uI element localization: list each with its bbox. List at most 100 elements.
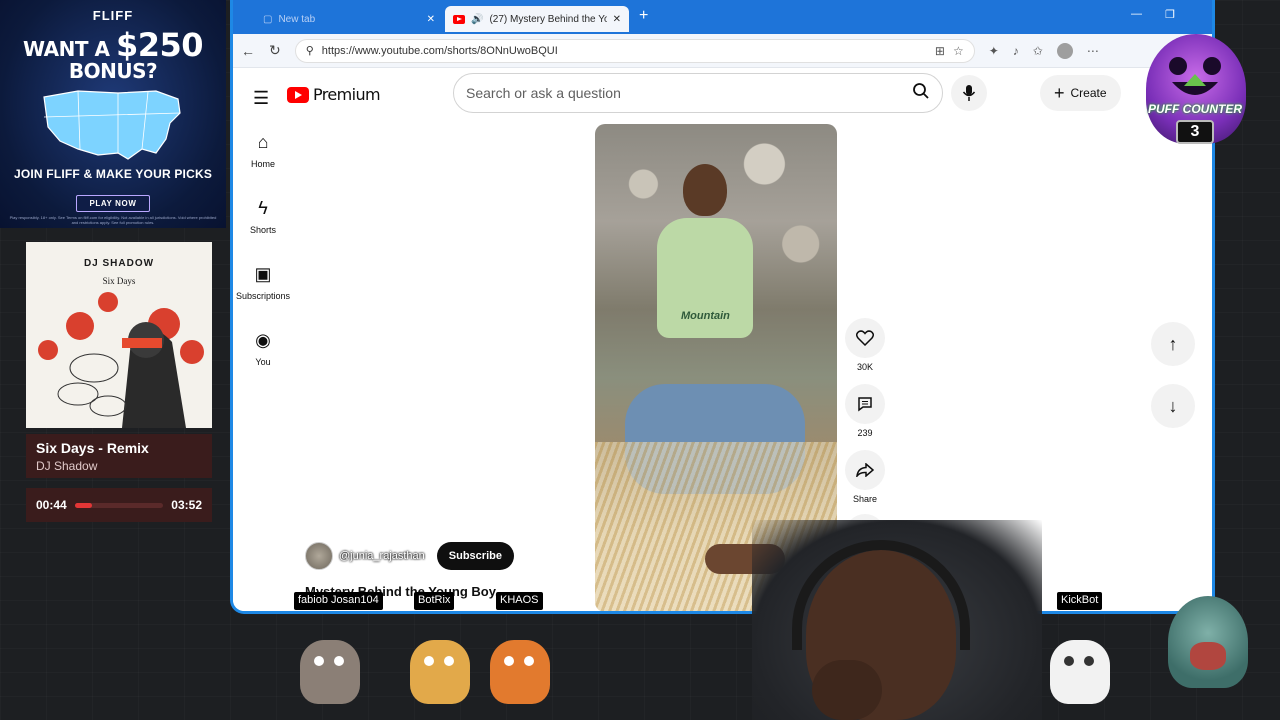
address-bar: ← ↻ ⚲ https://www.youtube.com/shorts/8ON… bbox=[233, 34, 1212, 68]
music-icon[interactable]: ♪ bbox=[1013, 44, 1019, 58]
cat-mascot-icon bbox=[410, 640, 470, 704]
favorites-icon[interactable]: ✩ bbox=[1033, 44, 1043, 58]
like-button[interactable] bbox=[845, 318, 885, 358]
search-icon[interactable] bbox=[912, 82, 930, 105]
like-action: 30K bbox=[845, 318, 885, 372]
site-info-icon[interactable]: ⚲ bbox=[306, 44, 314, 57]
url-text: https://www.youtube.com/shorts/8ONnUwoBQ… bbox=[321, 44, 558, 57]
comment-count: 239 bbox=[857, 428, 873, 438]
ad-headline-post: BONUS? bbox=[68, 59, 158, 83]
streamer-hand bbox=[812, 660, 882, 720]
app-grid-icon[interactable]: ⊞ bbox=[935, 44, 945, 58]
favorite-star-icon[interactable]: ☆ bbox=[953, 44, 964, 58]
tab-label: New tab bbox=[278, 13, 316, 25]
youtube-logo[interactable]: Premium bbox=[287, 85, 381, 104]
track-artist: DJ Shadow bbox=[36, 459, 98, 473]
channel-avatar[interactable] bbox=[305, 542, 333, 570]
nav-item-home[interactable]: ⌂ Home bbox=[233, 132, 293, 169]
url-field[interactable]: ⚲ https://www.youtube.com/shorts/8ONnUwo… bbox=[294, 38, 975, 63]
create-label: Create bbox=[1070, 86, 1107, 100]
tab-label: (27) Mystery Behind the Young bbox=[489, 13, 606, 25]
ad-fineprint: Play responsibly. 18+ only. See Terms on… bbox=[9, 215, 217, 226]
close-icon[interactable]: ✕ bbox=[613, 14, 621, 25]
progress-bar-fill bbox=[74, 502, 92, 508]
next-short-button[interactable]: ↓ bbox=[1151, 384, 1195, 428]
nav-label: Subscriptions bbox=[235, 291, 291, 301]
streamer-webcam bbox=[752, 520, 1042, 720]
new-tab-icon: ▢ bbox=[263, 13, 273, 25]
previous-short-button[interactable]: ↑ bbox=[1151, 322, 1195, 366]
ad-tagline: JOIN FLIFF & MAKE YOUR PICKS bbox=[13, 167, 213, 181]
raccoon-mascot-icon bbox=[300, 640, 360, 704]
share-action: Share bbox=[845, 450, 885, 504]
channel-info: @junia_rajasthan Subscribe bbox=[305, 542, 514, 570]
subscriptions-icon: ▣ bbox=[254, 264, 272, 284]
ad-headline: WANT A $250 BONUS? bbox=[0, 29, 226, 81]
reload-icon[interactable]: ↻ bbox=[269, 42, 281, 59]
orange-cat-mascot-icon bbox=[490, 640, 550, 704]
duration-time: 03:52 bbox=[171, 498, 202, 512]
close-icon[interactable]: ✕ bbox=[427, 14, 435, 25]
nav-item-shorts[interactable]: ϟ Shorts bbox=[233, 198, 293, 235]
track-title: Six Days - Remix bbox=[36, 440, 149, 456]
create-button[interactable]: + Create bbox=[1040, 75, 1121, 111]
shorts-icon: ϟ bbox=[258, 198, 268, 218]
video-boy-head bbox=[683, 164, 727, 216]
microphone-icon bbox=[962, 85, 976, 101]
tab-youtube-short[interactable]: 🔊 (27) Mystery Behind the Young ✕ bbox=[445, 6, 629, 32]
home-icon: ⌂ bbox=[257, 132, 269, 152]
green-monster-mascot-icon bbox=[1168, 596, 1248, 688]
heart-icon bbox=[856, 330, 874, 346]
chatter-tag: fabiob Josan104 bbox=[294, 592, 383, 610]
comments-button[interactable] bbox=[845, 384, 885, 424]
puff-counter-label: PUFF COUNTER bbox=[1148, 102, 1242, 116]
youtube-play-icon bbox=[287, 86, 309, 103]
share-arrow-icon bbox=[856, 463, 874, 477]
ad-headline-pre: WANT A bbox=[23, 37, 110, 61]
white-cat-mascot-icon bbox=[1050, 640, 1110, 704]
shirt-text: Mountain bbox=[681, 310, 730, 322]
search-bar bbox=[453, 73, 943, 113]
nav-label: Home bbox=[250, 159, 275, 169]
nav-label: Shorts bbox=[249, 225, 276, 235]
chatter-tag: BotRix bbox=[414, 592, 455, 610]
puff-counter-value: 3 bbox=[1176, 120, 1214, 144]
tab-bar: ▢ New tab ✕ 🔊 (27) Mystery Behind the Yo… bbox=[233, 0, 1212, 34]
nav-item-subscriptions[interactable]: ▣ Subscriptions bbox=[233, 264, 293, 301]
fliff-ad[interactable]: FLIFF WANT A $250 BONUS? JOIN FLIFF & MA… bbox=[0, 0, 226, 228]
elapsed-time: 00:44 bbox=[36, 498, 67, 512]
arrow-down-icon: ↓ bbox=[1168, 395, 1178, 416]
album-art-illustration bbox=[38, 292, 204, 428]
channel-handle[interactable]: @junia_rajasthan bbox=[339, 550, 425, 562]
user-icon: ◉ bbox=[255, 330, 271, 350]
usa-map-icon bbox=[43, 90, 181, 160]
tab-new-tab[interactable]: ▢ New tab ✕ bbox=[255, 6, 443, 32]
extensions-icon[interactable]: ✦ bbox=[989, 44, 999, 58]
play-now-button[interactable]: PLAY NOW bbox=[76, 195, 150, 212]
like-count: 30K bbox=[856, 362, 873, 372]
share-label: Share bbox=[852, 494, 878, 504]
album-art: DJ SHADOW Six Days bbox=[26, 242, 212, 428]
subscribe-button[interactable]: Subscribe bbox=[436, 542, 514, 570]
ad-brand: FLIFF bbox=[92, 8, 134, 23]
nav-item-you[interactable]: ◉ You bbox=[233, 330, 293, 367]
voice-search-button[interactable] bbox=[951, 75, 987, 111]
puff-counter-widget: PUFF COUNTER 3 bbox=[1132, 16, 1258, 148]
chatter-tag: KickBot bbox=[1057, 592, 1103, 610]
youtube-favicon-icon bbox=[453, 14, 465, 24]
progress-bar[interactable] bbox=[74, 502, 164, 508]
comment-action: 239 bbox=[845, 384, 885, 438]
playback-progress: 00:44 03:52 bbox=[26, 488, 212, 522]
hamburger-menu-icon[interactable]: ☰ bbox=[253, 88, 269, 109]
comment-icon bbox=[858, 397, 872, 412]
search-input[interactable] bbox=[466, 85, 912, 101]
share-button[interactable] bbox=[845, 450, 885, 490]
speaker-icon[interactable]: 🔊 bbox=[471, 14, 483, 25]
profile-avatar[interactable] bbox=[1056, 42, 1073, 59]
browser-window: ▢ New tab ✕ 🔊 (27) Mystery Behind the Yo… bbox=[230, 0, 1215, 614]
track-info: Six Days - Remix DJ Shadow bbox=[26, 434, 212, 478]
youtube-page: ☰ Premium + Create ⌂ Home ϟ Shorts bbox=[233, 68, 1212, 611]
more-options-icon[interactable]: ⋯ bbox=[1087, 44, 1099, 58]
back-arrow-icon[interactable]: ← bbox=[241, 43, 255, 59]
new-tab-button[interactable]: + bbox=[639, 7, 648, 25]
